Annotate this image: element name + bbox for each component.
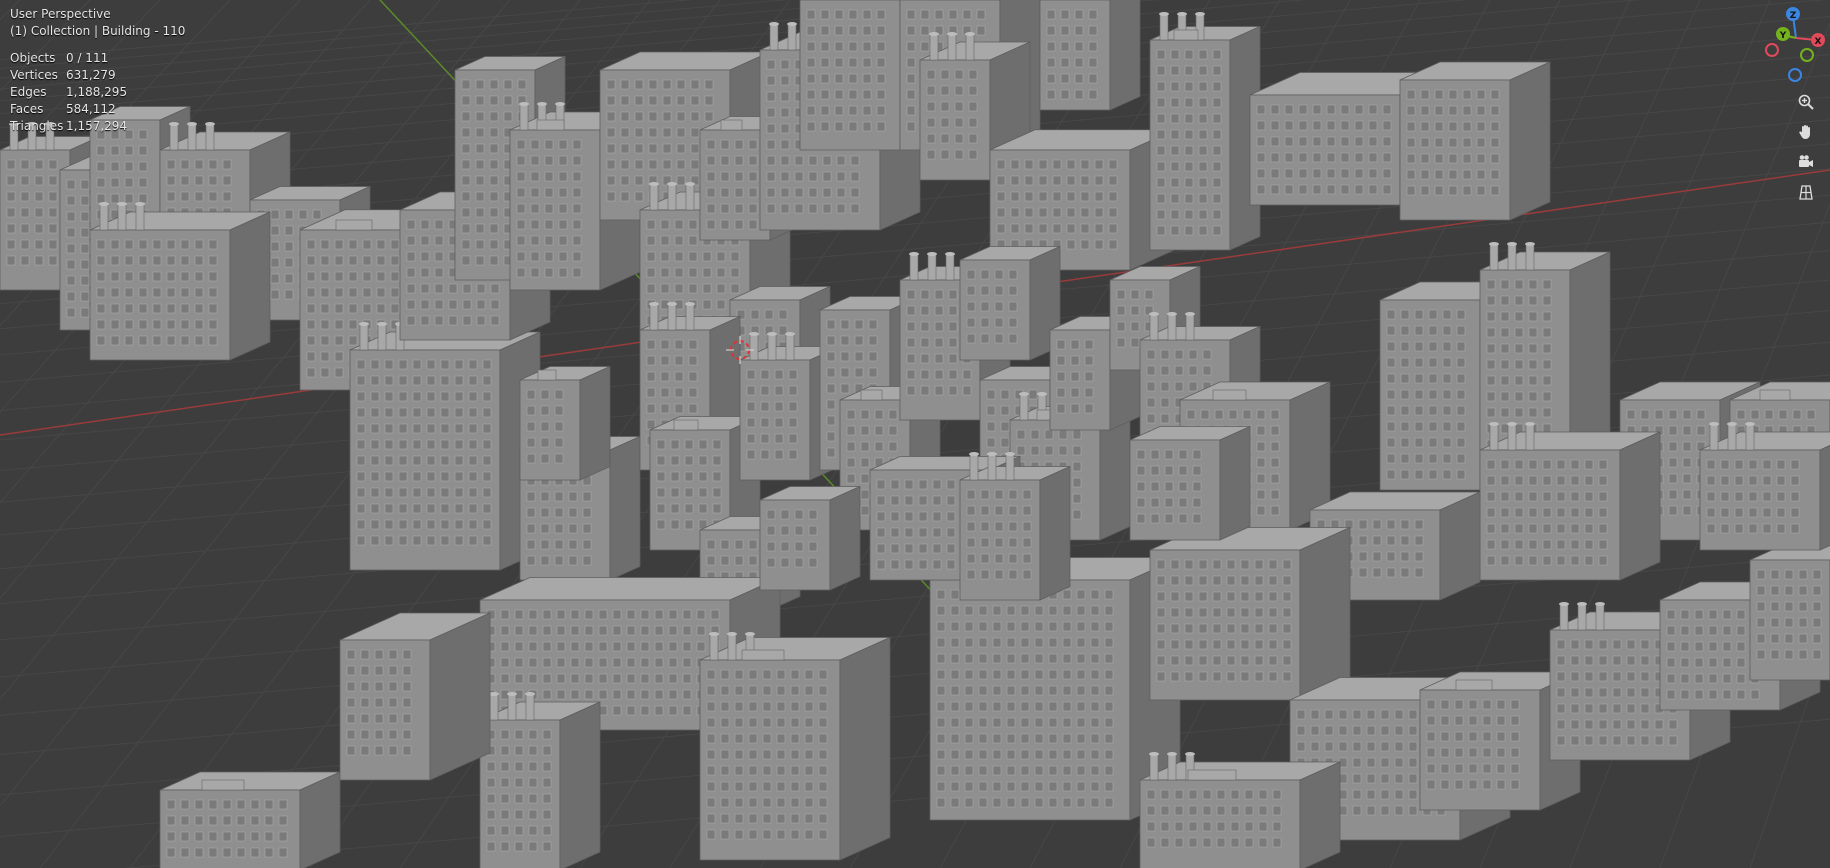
- 3d-viewport[interactable]: User Perspective (1) Collection | Buildi…: [0, 0, 1830, 868]
- city-buildings[interactable]: [0, 0, 1830, 868]
- view-name: User Perspective: [10, 7, 111, 21]
- building-50[interactable]: [159, 771, 341, 868]
- building-61[interactable]: [89, 202, 271, 361]
- svg-text:Y: Y: [1779, 31, 1787, 41]
- building-22[interactable]: [1149, 12, 1261, 251]
- building-46[interactable]: [699, 632, 891, 861]
- camera-view-button[interactable]: [1792, 148, 1820, 176]
- gizmo-neg-y[interactable]: [1800, 48, 1814, 62]
- gizmo-neg-z[interactable]: [1788, 68, 1802, 82]
- zoom-icon: [1798, 94, 1814, 110]
- pan-button[interactable]: [1792, 118, 1820, 146]
- building-7[interactable]: [349, 322, 541, 571]
- navigation-gizmo[interactable]: Z X Y: [1750, 0, 1830, 100]
- scene-canvas[interactable]: [0, 0, 1830, 868]
- svg-text:X: X: [1815, 37, 1822, 47]
- building-43[interactable]: [1479, 422, 1661, 581]
- building-57[interactable]: [1749, 541, 1830, 681]
- ortho-toggle-button[interactable]: [1792, 178, 1820, 206]
- zoom-button[interactable]: [1792, 88, 1820, 116]
- building-48[interactable]: [1149, 526, 1351, 701]
- stat-objects: Objects 0 / 111: [10, 51, 109, 65]
- building-32[interactable]: [959, 245, 1061, 361]
- pan-hand-icon: [1799, 125, 1810, 139]
- stat-faces: Faces 584,112: [10, 102, 116, 116]
- building-62[interactable]: [519, 365, 611, 481]
- building-59[interactable]: [759, 485, 861, 591]
- building-58[interactable]: [1139, 752, 1341, 868]
- building-24[interactable]: [1399, 61, 1551, 221]
- building-52[interactable]: [959, 452, 1071, 601]
- building-64[interactable]: [1699, 422, 1830, 551]
- gizmo-neg-x[interactable]: [1765, 43, 1779, 57]
- grid-ortho-icon: [1799, 185, 1813, 200]
- collection-info: (1) Collection | Building - 110: [10, 24, 186, 38]
- building-21[interactable]: [1039, 0, 1141, 111]
- building-49[interactable]: [479, 692, 601, 868]
- svg-text:Z: Z: [1790, 11, 1797, 21]
- viewport-info-overlay: User Perspective (1) Collection | Buildi…: [10, 6, 185, 135]
- camera-icon: [1799, 155, 1813, 167]
- scene-statistics: Objects 0 / 111 Vertices 631,279 Edges 1,18…: [10, 50, 185, 135]
- navigation-tools: [1792, 88, 1822, 208]
- stat-triangles: Triangles 1,157,294: [10, 119, 128, 133]
- stat-vertices: Vertices 631,279: [10, 68, 116, 82]
- building-63[interactable]: [1129, 425, 1251, 541]
- stat-edges: Edges 1,188,295: [10, 85, 128, 99]
- building-60[interactable]: [339, 612, 491, 781]
